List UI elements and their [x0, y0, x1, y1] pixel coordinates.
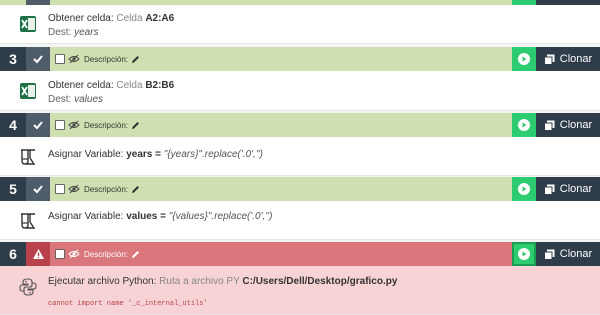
step-number: 5: [0, 177, 26, 201]
assign-line: Asignar Variable: years = "{years}".repl…: [48, 149, 263, 160]
eye-slash-icon[interactable]: [68, 184, 80, 194]
flask-icon: [17, 210, 39, 232]
clone-button[interactable]: Clonar: [536, 177, 600, 201]
pencil-icon: [132, 121, 140, 129]
action-line: Obtener celda: Celda B2:B6: [48, 80, 175, 91]
eye-slash-icon[interactable]: [68, 249, 80, 259]
play-icon: [518, 183, 530, 195]
pencil-icon: [132, 185, 140, 193]
check-icon: [33, 185, 43, 194]
check-icon: [33, 55, 43, 64]
run-step-button[interactable]: [512, 113, 536, 137]
status-ok-indicator: [26, 47, 50, 71]
step-number: 4: [0, 113, 26, 137]
step-body: Obtener celda: Celda A2:A6 Dest: years: [0, 5, 600, 44]
dest-line: Dest: values: [48, 94, 104, 105]
play-icon: [518, 53, 530, 65]
dest-line: Dest: years: [48, 27, 99, 38]
excel-icon: [17, 13, 39, 35]
status-ok-indicator: [26, 113, 50, 137]
action-line: Obtener celda: Celda A2:A6: [48, 13, 175, 24]
step-body-error: Ejecutar archivo Python: Ruta a archivo …: [0, 266, 600, 315]
step-header-3: 3 Descripción: Clonar: [0, 47, 600, 71]
description-field[interactable]: Descripción:: [84, 242, 140, 266]
excel-icon: [17, 80, 39, 102]
description-field[interactable]: Descripción:: [84, 177, 140, 201]
step-header-4: 4 Descripción: Clonar: [0, 113, 600, 137]
assign-line: Asignar Variable: values = "{values}".re…: [48, 211, 273, 222]
clone-button[interactable]: Clonar: [536, 113, 600, 137]
run-step-button[interactable]: [512, 47, 536, 71]
copy-icon: [543, 249, 555, 260]
description-field[interactable]: Descripción:: [84, 113, 140, 137]
play-icon: [518, 119, 530, 131]
copy-icon: [543, 120, 555, 131]
description-field[interactable]: Descripción:: [84, 47, 140, 71]
action-line: Ejecutar archivo Python: Ruta a archivo …: [48, 276, 398, 287]
status-ok-indicator: [26, 177, 50, 201]
run-step-button[interactable]: [512, 242, 536, 266]
step-number: 6: [0, 242, 26, 266]
clone-button[interactable]: Clonar: [536, 47, 600, 71]
select-checkbox[interactable]: [55, 249, 65, 259]
run-step-button[interactable]: [512, 177, 536, 201]
copy-icon: [543, 184, 555, 195]
flask-icon: [17, 146, 39, 168]
error-message: cannot import name '_c_internal_utils': [48, 300, 208, 308]
select-checkbox[interactable]: [55, 120, 65, 130]
step-body: Obtener celda: Celda B2:B6 Dest: values: [0, 71, 600, 111]
warning-icon: [32, 249, 44, 259]
play-icon: [518, 248, 530, 260]
check-icon: [33, 121, 43, 130]
step-header-6: 6 Descripción: Clonar: [0, 242, 600, 266]
step-number: 3: [0, 47, 26, 71]
status-error-indicator: [26, 242, 50, 266]
select-checkbox[interactable]: [55, 54, 65, 64]
eye-slash-icon[interactable]: [68, 120, 80, 130]
python-icon: [17, 276, 39, 298]
copy-icon: [543, 54, 555, 65]
eye-slash-icon[interactable]: [68, 54, 80, 64]
select-checkbox[interactable]: [55, 184, 65, 194]
step-body: Asignar Variable: values = "{values}".re…: [0, 201, 600, 240]
pencil-icon: [132, 55, 140, 63]
pencil-icon: [132, 250, 140, 258]
step-body: Asignar Variable: years = "{years}".repl…: [0, 137, 600, 176]
clone-button[interactable]: Clonar: [536, 242, 600, 266]
step-header-5: 5 Descripción: Clonar: [0, 177, 600, 201]
